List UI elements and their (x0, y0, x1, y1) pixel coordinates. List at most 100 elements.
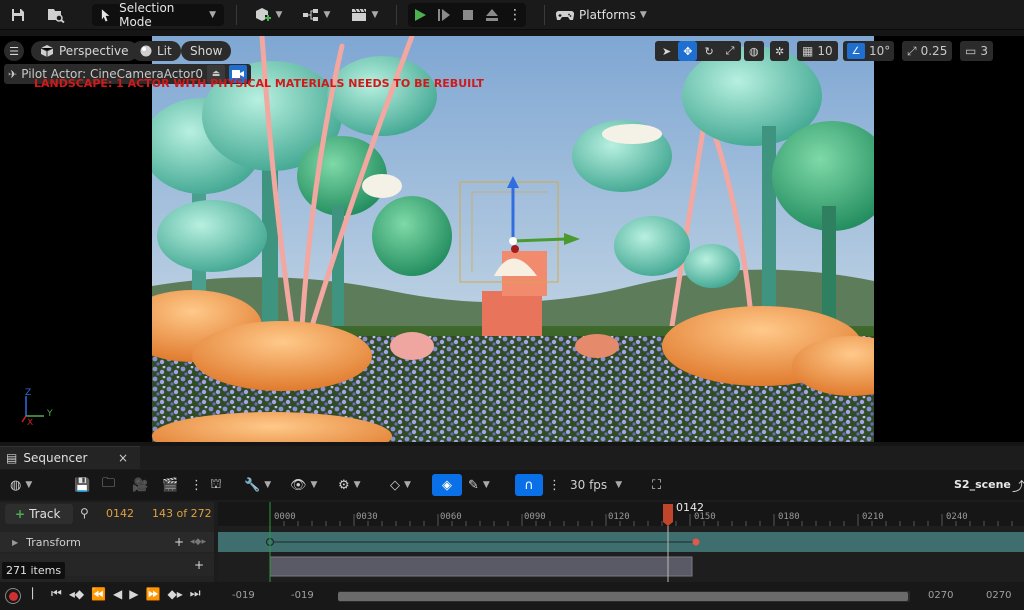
close-icon[interactable]: × (118, 451, 128, 465)
add-track-button[interactable]: + Track (5, 504, 73, 524)
show-label: Show (190, 44, 223, 58)
add-key-icon[interactable]: + (194, 558, 204, 572)
set-start-icon[interactable]: ⎸ (32, 586, 44, 601)
track-row-transform[interactable]: ▶ Transform + ◂◆▸ (0, 532, 214, 552)
camera-speed-value: 3 (980, 44, 988, 58)
pen-icon[interactable]: ✎ ▼ (468, 474, 490, 496)
range-end-a[interactable]: 0270 (928, 590, 953, 601)
range-start-a[interactable]: -019 (232, 590, 255, 601)
prev-key-icon[interactable]: ◂◆ (69, 587, 84, 601)
world-icon[interactable]: ◍ ▼ (10, 474, 32, 496)
plus-icon: + (15, 507, 26, 521)
tick-labels: 0000 0030 0060 0090 0120 0150 0180 0210 … (218, 512, 1024, 526)
axis-x-label: X (27, 418, 34, 428)
lit-button[interactable]: Lit (131, 41, 181, 61)
timeline[interactable]: 0142 0000 0030 0060 0090 0120 0150 0180 … (218, 501, 1024, 582)
restore-state-icon[interactable]: ⛫ (210, 474, 222, 496)
show-button[interactable]: Show (181, 41, 232, 61)
grid-icon: ▦ (802, 44, 814, 58)
step-back-icon[interactable]: ⏪ (91, 587, 106, 601)
move-tool-icon[interactable]: ✥ (678, 41, 698, 61)
expand-icon[interactable]: ▶ (12, 538, 18, 547)
next-key-icon[interactable]: ◆▸ (167, 587, 182, 601)
sequencer-icon: ▤ (6, 451, 18, 465)
eject-icon[interactable] (484, 7, 500, 23)
angle-snap-button[interactable]: ∠ 10° (843, 41, 895, 61)
platforms-dropdown[interactable]: Platforms ▼ (556, 5, 647, 25)
grid-size-value: 10 (817, 44, 833, 58)
main-toolbar: Selection Mode ▼ ▼ ▼ ▼ ⋮ Platforms ▼ (0, 0, 1024, 30)
gamepad-icon (556, 10, 574, 20)
save-sequence-icon[interactable]: 💾 (74, 474, 90, 496)
browse-icon[interactable] (44, 3, 68, 27)
fps-dropdown[interactable]: 30 fps ▼ (570, 478, 622, 492)
chevron-down-icon: ▼ (209, 10, 216, 20)
sequencer-tab[interactable]: ▤ Sequencer × (0, 446, 140, 469)
filter-icon[interactable]: ⚲ (80, 506, 89, 520)
eye-icon[interactable]: 👁 ▼ (290, 474, 317, 496)
selection-mode-dropdown[interactable]: Selection Mode ▼ (92, 1, 224, 29)
frame-position: 143 of 272 (152, 507, 212, 520)
wrench-icon[interactable]: 🔧 ▼ (244, 474, 271, 496)
viewport-menu-button[interactable]: ☰ (4, 41, 24, 61)
more-options-icon[interactable]: ⋮ (190, 474, 203, 496)
navigate-up-icon[interactable]: ⤴ (1012, 474, 1024, 496)
add-track-label: Track (29, 507, 61, 521)
axis-z-label: Z (25, 388, 32, 398)
record-icon[interactable] (5, 588, 21, 604)
chevron-down-icon: ▼ (275, 10, 283, 20)
more-options-icon[interactable]: ⋮ (508, 7, 522, 23)
scale-snap-icon: ⤢ (907, 43, 917, 58)
cinematics-button[interactable]: ▼ (346, 3, 382, 27)
play-reverse-icon[interactable]: ◀ (113, 587, 122, 601)
actor-icon[interactable]: ⚙ ▼ (338, 474, 361, 496)
step-forward-icon[interactable]: ⏩ (146, 587, 161, 601)
tick-label: 0030 (356, 512, 378, 522)
range-scrollbar-thumb[interactable] (338, 592, 908, 601)
world-space-icon[interactable]: ◍ (744, 41, 764, 61)
scale-tool-icon[interactable]: ⤢ (720, 41, 740, 61)
tick-label: 0000 (274, 512, 296, 522)
key-nav-icon[interactable]: ◂◆▸ (190, 537, 206, 547)
more-options-icon[interactable]: ⋮ (548, 474, 561, 496)
curve-editor-icon[interactable]: ⛶ (652, 474, 661, 496)
surface-snap-icon[interactable]: ✲ (770, 41, 790, 61)
range-scrollbar[interactable] (338, 591, 910, 602)
find-asset-icon[interactable]: 🗀 (102, 474, 115, 496)
perspective-button[interactable]: Perspective (31, 41, 138, 61)
jump-end-icon[interactable]: ⏭ (190, 586, 201, 601)
save-icon[interactable] (6, 3, 30, 27)
scene-name: S2_scene (954, 478, 1011, 491)
snap-magnet-icon[interactable]: ∩ (515, 474, 543, 496)
grid-snap-button[interactable]: ▦ 10 (797, 41, 838, 61)
level-viewport[interactable]: ☰ Perspective Lit Show ✈ Pilot Actor: Ci… (0, 36, 1024, 442)
sequencer-toolbar: ◍ ▼ 💾 🗀 🎥 🎬 ⋮ ⛫ 🔧 ▼ 👁 ▼ ⚙ ▼ ◇ ▼ ◈ ✎ ▼ ∩ … (0, 470, 1024, 500)
add-key-icon[interactable]: + (174, 535, 184, 549)
camera-speed-button[interactable]: ▭ 3 (960, 41, 993, 61)
current-frame[interactable]: 0142 (106, 507, 134, 520)
add-actor-button[interactable]: ▼ (250, 3, 286, 27)
chevron-down-icon: ▼ (615, 480, 623, 490)
key-icon[interactable]: ◇ ▼ (390, 474, 411, 496)
range-end-b[interactable]: 0270 (986, 590, 1011, 601)
clapperboard-icon[interactable]: 🎬 (162, 474, 178, 496)
rebuild-warning: LANDSCAPE: 1 ACTOR WITH PHYSICAL MATERIA… (34, 77, 484, 90)
tick-label: 0150 (694, 512, 716, 522)
scene-render (152, 36, 874, 442)
scale-snap-button[interactable]: ⤢ 0.25 (902, 41, 953, 61)
auto-key-icon[interactable]: ◈ (432, 474, 462, 496)
cursor-icon (101, 9, 110, 22)
cube-icon (40, 45, 54, 57)
stop-icon[interactable] (460, 7, 476, 23)
axis-indicator (21, 396, 44, 423)
render-movie-icon[interactable]: 🎥 (132, 474, 148, 496)
jump-start-icon[interactable]: ⏮ (51, 586, 62, 601)
range-start-b[interactable]: -019 (291, 590, 314, 601)
rotate-tool-icon[interactable]: ↻ (699, 41, 719, 61)
play-icon[interactable]: ▶ (129, 587, 138, 601)
step-icon[interactable] (436, 7, 452, 23)
tick-label: 0060 (440, 512, 462, 522)
blueprint-button[interactable]: ▼ (298, 3, 334, 27)
select-tool-icon[interactable]: ➤ (657, 41, 677, 61)
play-icon[interactable] (412, 7, 428, 23)
